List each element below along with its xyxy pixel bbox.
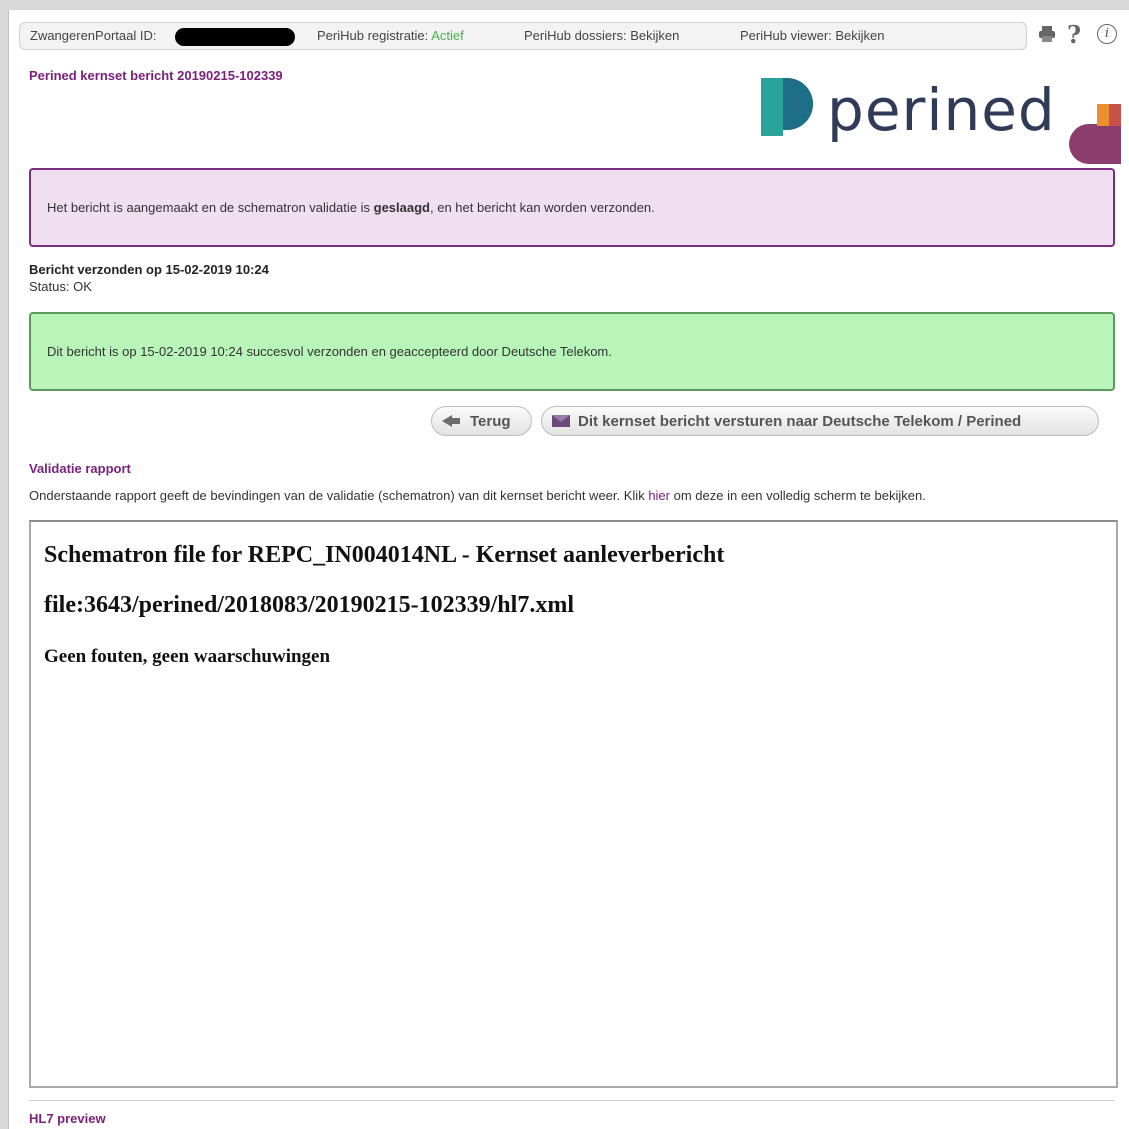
help-icon[interactable]: ?: [1067, 20, 1081, 49]
printer-icon[interactable]: [1037, 24, 1057, 50]
validation-report-title: Validatie rapport: [29, 461, 131, 476]
dossiers-link[interactable]: PeriHub dossiers: Bekijken: [524, 28, 679, 43]
report-result: Geen fouten, geen waarschuwingen: [44, 646, 331, 667]
registration-label: PeriHub registratie:: [317, 28, 429, 43]
redacted-id: [175, 28, 295, 46]
info-icon[interactable]: i: [1097, 24, 1117, 44]
envelope-icon: [552, 415, 570, 427]
success-alert: Dit bericht is op 15-02-2019 10:24 succe…: [29, 312, 1115, 391]
success-alert-text: Dit bericht is op 15-02-2019 10:24 succe…: [47, 344, 612, 359]
report-file-path: file:3643/perined/2018083/20190215-10233…: [44, 592, 574, 618]
validation-alert-text: Het bericht is aangemaakt en de schematr…: [47, 200, 655, 215]
send-button[interactable]: Dit kernset bericht versturen naar Deuts…: [541, 406, 1099, 436]
validation-report-frame[interactable]: Schematron file for REPC_IN004014NL - Ke…: [29, 520, 1118, 1088]
back-button-label: Terug: [470, 412, 511, 430]
hl7-preview-title[interactable]: HL7 preview: [29, 1111, 106, 1126]
portal-id-label: ZwangerenPortaal ID:: [30, 28, 157, 43]
page: ZwangerenPortaal ID: PeriHub registratie…: [8, 10, 1129, 1129]
perined-p-mark: [761, 78, 813, 136]
description-prefix: Onderstaande rapport geeft de bevindinge…: [29, 488, 649, 503]
validation-alert-emphasis: geslaagd: [373, 200, 430, 215]
top-bar: ZwangerenPortaal ID: PeriHub registratie…: [19, 22, 1027, 50]
description-suffix: om deze in een volledig scherm te bekijk…: [670, 488, 926, 503]
validation-alert-suffix: , en het bericht kan worden verzonden.: [429, 200, 655, 215]
validation-alert: Het bericht is aangemaakt en de schematr…: [29, 168, 1115, 247]
validation-alert-prefix: Het bericht is aangemaakt en de schematr…: [47, 200, 374, 215]
perined-logo: perined: [761, 66, 1121, 166]
registration-status: Actief: [431, 28, 464, 43]
logo-wordmark: perined: [827, 76, 1056, 144]
status-line: Status: OK: [29, 279, 92, 294]
divider: [29, 1100, 1114, 1101]
page-title: Perined kernset bericht 20190215-102339: [29, 68, 283, 83]
validation-report-description: Onderstaande rapport geeft de bevindinge…: [29, 488, 926, 503]
logo-accent-icon: [1069, 104, 1121, 164]
fullscreen-link[interactable]: hier: [648, 488, 670, 503]
send-button-label: Dit kernset bericht versturen naar Deuts…: [578, 412, 1022, 430]
back-button[interactable]: Terug: [431, 406, 532, 436]
back-arrow-icon: [442, 415, 460, 427]
viewer-link[interactable]: PeriHub viewer: Bekijken: [740, 28, 885, 43]
report-heading: Schematron file for REPC_IN004014NL - Ke…: [44, 542, 725, 568]
registration-info: PeriHub registratie: Actief: [317, 28, 464, 43]
sent-heading: Bericht verzonden op 15-02-2019 10:24: [29, 262, 269, 277]
